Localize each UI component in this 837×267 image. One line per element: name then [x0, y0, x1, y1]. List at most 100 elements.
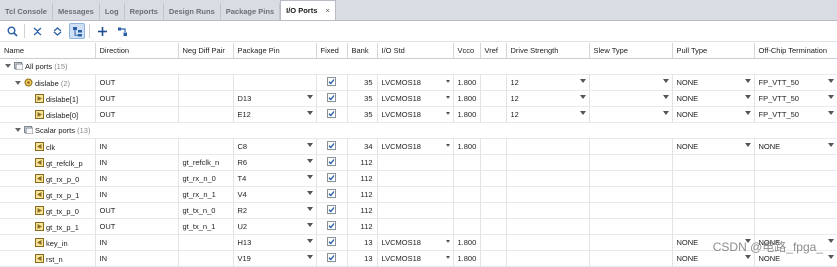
table-row[interactable]: dislabe[1] OUT D13 35 LVCMOS18 1.800 12 NONE FP_… — [0, 90, 837, 107]
drive-strength-cell[interactable]: 12 — [506, 106, 590, 123]
tab-design-runs[interactable]: Design Runs — [164, 3, 221, 20]
column-header-vref[interactable]: Vref — [480, 43, 507, 59]
table-row[interactable]: gt_refclk_p IN gt_refclk_n R6 112 — [0, 154, 837, 171]
off-chip-termination-cell[interactable]: NONE — [754, 138, 837, 155]
drive-strength-cell[interactable] — [506, 234, 590, 251]
slew-type-cell[interactable] — [589, 250, 673, 267]
package-pin-cell[interactable]: V19 — [233, 250, 317, 267]
slew-type-cell[interactable] — [589, 106, 673, 123]
tab-messages[interactable]: Messages — [53, 3, 100, 20]
slew-type-cell[interactable] — [589, 202, 673, 219]
io-std-cell[interactable]: LVCMOS18 — [377, 106, 454, 123]
slew-type-cell[interactable] — [589, 138, 673, 155]
io-std-cell[interactable] — [377, 218, 454, 235]
chevron-down-icon[interactable] — [827, 143, 834, 147]
chevron-down-icon[interactable] — [306, 159, 313, 163]
fixed-checkbox[interactable] — [327, 189, 336, 200]
drive-strength-cell[interactable] — [506, 218, 590, 235]
chevron-down-icon[interactable] — [306, 255, 313, 259]
chevron-down-icon[interactable] — [579, 111, 586, 115]
off-chip-termination-cell[interactable] — [754, 218, 837, 235]
slew-type-cell[interactable] — [589, 154, 673, 171]
fixed-checkbox[interactable] — [327, 237, 336, 248]
chevron-down-icon[interactable] — [306, 143, 313, 147]
table-row[interactable]: rst_n IN V19 13 LVCMOS18 1.800 NONE NONE — [0, 250, 837, 267]
chevron-down-icon[interactable] — [827, 239, 834, 243]
chevron-down-icon[interactable] — [662, 111, 669, 115]
collapse-all-icon[interactable] — [29, 23, 45, 39]
off-chip-termination-cell[interactable]: NONE — [754, 234, 837, 251]
drive-strength-cell[interactable] — [506, 170, 590, 187]
chevron-down-icon[interactable] — [744, 95, 751, 99]
io-std-cell[interactable] — [377, 170, 454, 187]
off-chip-termination-cell[interactable] — [754, 154, 837, 171]
table-row[interactable]: gt_rx_p_1 IN gt_rx_n_1 V4 112 — [0, 186, 837, 203]
io-std-cell[interactable] — [377, 202, 454, 219]
chevron-down-icon[interactable] — [306, 239, 313, 243]
io-std-cell[interactable] — [377, 154, 454, 171]
io-std-cell[interactable]: LVCMOS18 — [377, 74, 454, 91]
chevron-down-icon[interactable] — [827, 95, 834, 99]
pull-type-cell[interactable] — [672, 154, 755, 171]
table-row[interactable]: gt_rx_p_0 IN gt_rx_n_0 T4 112 — [0, 170, 837, 187]
table-row[interactable]: dislabe[0] OUT E12 35 LVCMOS18 1.800 12 NONE FP_… — [0, 106, 837, 123]
column-header-package-pin[interactable]: Package Pin — [233, 43, 317, 59]
search-icon[interactable] — [4, 23, 20, 39]
package-pin-cell[interactable] — [233, 74, 317, 91]
column-header-drive-strength[interactable]: Drive Strength — [506, 43, 590, 59]
slew-type-cell[interactable] — [589, 170, 673, 187]
column-header-vcco[interactable]: Vcco — [453, 43, 481, 59]
fixed-checkbox[interactable] — [327, 205, 336, 216]
off-chip-termination-cell[interactable]: FP_VTT_50 — [754, 106, 837, 123]
drive-strength-cell[interactable]: 12 — [506, 90, 590, 107]
package-pin-cell[interactable]: C8 — [233, 138, 317, 155]
fixed-checkbox[interactable] — [327, 109, 336, 120]
io-std-cell[interactable]: LVCMOS18 — [377, 234, 454, 251]
slew-type-cell[interactable] — [589, 234, 673, 251]
slew-type-cell[interactable] — [589, 74, 673, 91]
add-icon[interactable] — [94, 23, 110, 39]
chevron-down-icon[interactable] — [744, 239, 751, 243]
column-header-slew-type[interactable]: Slew Type — [589, 43, 673, 59]
bus-row[interactable]: dislabe (2) OUT 35 LVCMOS18 1.800 12 NONE FP_VT… — [0, 74, 837, 91]
package-pin-cell[interactable]: E12 — [233, 106, 317, 123]
group-by-interface-icon[interactable] — [69, 23, 85, 39]
chevron-down-icon[interactable] — [827, 255, 834, 259]
table-row[interactable]: gt_tx_p_0 OUT gt_tx_n_0 R2 112 — [0, 202, 837, 219]
drive-strength-cell[interactable] — [506, 154, 590, 171]
chevron-down-icon[interactable] — [744, 143, 751, 147]
tab-i-o-ports[interactable]: I/O Ports × — [280, 0, 336, 20]
column-header-off-chip-termination[interactable]: Off-Chip Termination — [754, 43, 837, 59]
pull-type-cell[interactable] — [672, 170, 755, 187]
package-pin-cell[interactable]: T4 — [233, 170, 317, 187]
column-header-pull-type[interactable]: Pull Type — [672, 43, 755, 59]
chevron-down-icon[interactable] — [744, 79, 751, 83]
tab-tcl-console[interactable]: Tcl Console — [0, 3, 53, 20]
fixed-checkbox[interactable] — [327, 221, 336, 232]
chevron-down-icon[interactable] — [306, 95, 313, 99]
chevron-down-icon[interactable] — [15, 80, 21, 85]
chevron-down-icon[interactable] — [306, 175, 313, 179]
off-chip-termination-cell[interactable]: NONE — [754, 250, 837, 267]
fixed-checkbox[interactable] — [327, 157, 336, 168]
package-pin-cell[interactable]: D13 — [233, 90, 317, 107]
tree-group-all-ports[interactable]: All ports (15) — [0, 58, 837, 75]
chevron-down-icon[interactable] — [827, 79, 834, 83]
column-header-fixed[interactable]: Fixed — [316, 43, 348, 59]
chevron-down-icon[interactable] — [827, 111, 834, 115]
chevron-down-icon[interactable] — [579, 95, 586, 99]
fixed-checkbox[interactable] — [327, 77, 336, 88]
tab-package-pins[interactable]: Package Pins — [221, 3, 281, 20]
drive-strength-cell[interactable]: 12 — [506, 74, 590, 91]
chevron-down-icon[interactable] — [445, 240, 450, 243]
off-chip-termination-cell[interactable] — [754, 202, 837, 219]
chevron-down-icon[interactable] — [445, 256, 450, 259]
fixed-checkbox[interactable] — [327, 93, 336, 104]
tab-log[interactable]: Log — [100, 3, 125, 20]
off-chip-termination-cell[interactable] — [754, 186, 837, 203]
chevron-down-icon[interactable] — [662, 79, 669, 83]
drive-strength-cell[interactable] — [506, 250, 590, 267]
chevron-down-icon[interactable] — [662, 95, 669, 99]
pull-type-cell[interactable]: NONE — [672, 106, 755, 123]
chevron-down-icon[interactable] — [445, 96, 450, 99]
